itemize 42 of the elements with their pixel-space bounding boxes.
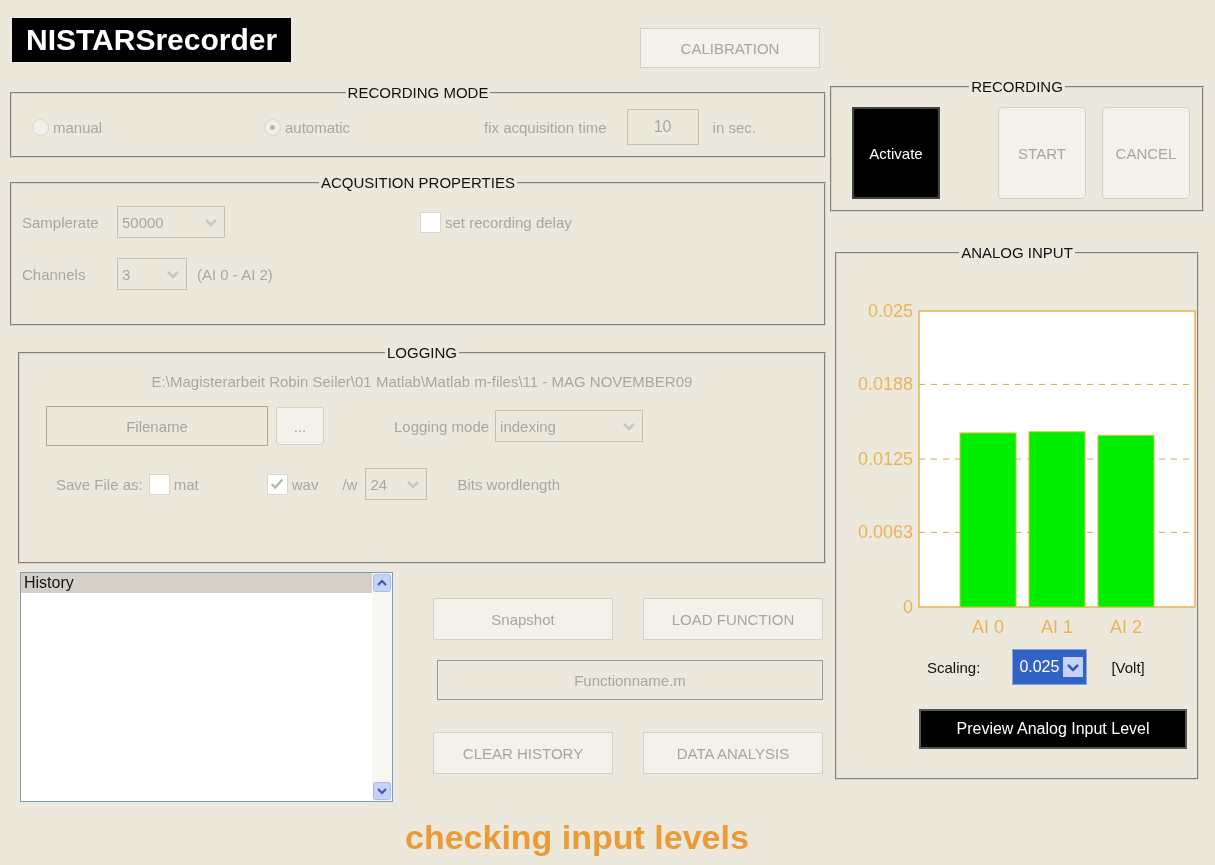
checkbox-label: wav bbox=[291, 475, 319, 493]
panel-title: RECORDING MODE bbox=[346, 84, 490, 101]
field-label: Scaling: bbox=[927, 658, 981, 676]
field-label: Channels bbox=[22, 265, 87, 283]
caption: checking input levels bbox=[405, 818, 750, 857]
unit-label: [Volt] bbox=[1111, 658, 1145, 676]
list-item[interactable]: History bbox=[21, 573, 372, 593]
scaling-dropdown[interactable]: 0.025 bbox=[1012, 649, 1088, 685]
recording-button[interactable]: Activate bbox=[852, 107, 940, 199]
x-tick-label: AI 0 bbox=[972, 617, 1004, 637]
radio-label: manual bbox=[53, 118, 103, 136]
field-label: Save File as: bbox=[56, 475, 143, 493]
radio-label: automatic bbox=[285, 118, 351, 136]
app-title: NISTARSrecorder bbox=[12, 18, 292, 62]
folder-path: E:\Magisterarbeit Robin Seiler\01 Matlab\Matlab m-files\11 - MAG NOVEMBER09 bbox=[150, 373, 694, 390]
panel-title: LOGGING bbox=[386, 344, 458, 361]
y-tick-label: 0.0125 bbox=[857, 449, 913, 469]
chevron-down-icon bbox=[1063, 657, 1084, 677]
checkbox-label: mat bbox=[173, 475, 199, 493]
preview-button[interactable]: Preview Analog Input Level bbox=[919, 709, 1187, 749]
scroll-down-icon[interactable] bbox=[373, 782, 391, 800]
channels-note: (AI 0 - AI 2) bbox=[197, 265, 273, 283]
field-label: Logging mode bbox=[394, 417, 490, 435]
field-label: fix acquisition time bbox=[484, 118, 607, 136]
panel-title: ACQUSITION PROPERTIES bbox=[320, 174, 516, 191]
y-tick-label: 0.0188 bbox=[857, 374, 913, 395]
x-tick-label: AI 2 bbox=[1110, 617, 1142, 637]
history-list[interactable]: History bbox=[20, 572, 393, 802]
field-label: /w bbox=[342, 475, 358, 493]
checkbox-label: set recording delay bbox=[445, 213, 572, 231]
y-tick-label: 0.0063 bbox=[857, 522, 913, 543]
x-tick-label: AI 1 bbox=[1041, 617, 1073, 637]
y-tick-label: 0 bbox=[903, 597, 913, 617]
panel-title: RECORDING bbox=[970, 78, 1064, 95]
y-tick-label: 0.025 bbox=[867, 301, 913, 321]
scroll-up-icon[interactable] bbox=[373, 574, 391, 592]
function-name-field[interactable]: Functionname.m bbox=[437, 660, 823, 700]
unit-label: in sec. bbox=[712, 118, 756, 136]
panel-title: ANALOG INPUT bbox=[960, 244, 1074, 261]
field-label: Bits wordlength bbox=[457, 475, 560, 493]
scroll-bar[interactable] bbox=[372, 573, 392, 801]
field-label: Samplerate bbox=[22, 213, 100, 231]
